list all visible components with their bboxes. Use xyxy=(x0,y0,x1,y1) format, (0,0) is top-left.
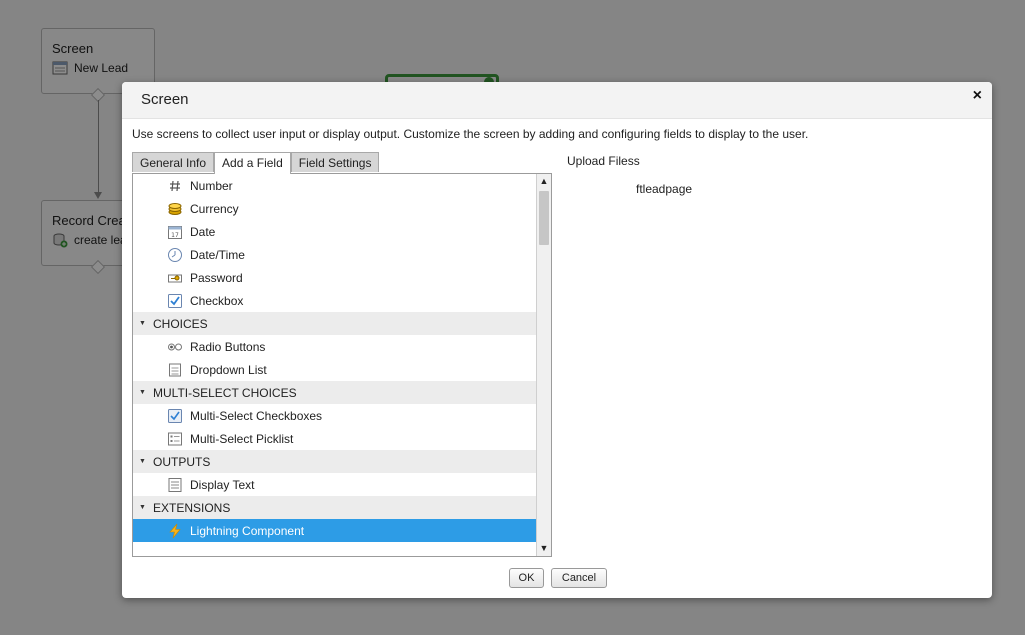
tab-field-settings[interactable]: Field Settings xyxy=(290,152,380,172)
dialog-header: Screen × xyxy=(122,82,992,119)
field-item-currency[interactable]: Currency xyxy=(133,197,536,220)
scroll-up-arrow-icon[interactable]: ▲ xyxy=(537,174,551,189)
scroll-down-arrow-icon[interactable]: ▼ xyxy=(537,541,551,556)
collapse-triangle-icon: ▼ xyxy=(139,458,146,465)
ok-button[interactable]: OK xyxy=(509,568,544,588)
screen-dialog: Screen × Use screens to collect user inp… xyxy=(122,82,992,598)
field-item-multi-select-checkboxes[interactable]: Multi-Select Checkboxes xyxy=(133,404,536,427)
field-item-datetime[interactable]: Date/Time xyxy=(133,243,536,266)
field-item-number[interactable]: Number xyxy=(133,174,536,197)
checkbox-icon xyxy=(167,293,183,309)
field-item-label: Display Text xyxy=(190,477,255,492)
flow-canvas: Screen New Lead Record Crea create lea S… xyxy=(0,0,1025,635)
field-item-label: Multi-Select Checkboxes xyxy=(190,408,323,423)
scroll-thumb[interactable] xyxy=(539,191,549,245)
clock-icon xyxy=(167,247,183,263)
field-item-label: Number xyxy=(190,178,233,193)
tab-add-a-field[interactable]: Add a Field xyxy=(214,152,291,174)
dialog-title: Screen xyxy=(141,91,189,108)
tab-general-info[interactable]: General Info xyxy=(132,152,215,172)
screen-preview-field[interactable]: ftleadpage xyxy=(636,182,692,196)
field-item-label: Radio Buttons xyxy=(190,339,266,354)
collapse-triangle-icon: ▼ xyxy=(139,504,146,511)
dialog-description: Use screens to collect user input or dis… xyxy=(132,127,809,141)
section-label: OUTPUTS xyxy=(153,454,211,469)
svg-text:17: 17 xyxy=(171,232,179,239)
field-item-label: Dropdown List xyxy=(190,362,267,377)
collapse-triangle-icon: ▼ xyxy=(139,389,146,396)
dropdown-icon xyxy=(167,362,183,378)
radio-icon xyxy=(167,339,183,355)
field-palette: Number Currency 17 Date Date/Time Passwo… xyxy=(132,173,552,557)
key-icon xyxy=(167,270,183,286)
calendar-icon: 17 xyxy=(167,224,183,240)
field-item-label: Currency xyxy=(190,201,239,216)
field-item-label: Checkbox xyxy=(190,293,244,308)
field-item-date[interactable]: 17 Date xyxy=(133,220,536,243)
field-list-scrollbar[interactable]: ▲ ▼ xyxy=(536,174,551,556)
field-item-label: Date/Time xyxy=(190,247,245,262)
coins-icon xyxy=(167,201,183,217)
field-item-label: Password xyxy=(190,270,243,285)
field-item-lightning-component[interactable]: Lightning Component xyxy=(133,519,536,542)
field-item-multi-select-picklist[interactable]: Multi-Select Picklist xyxy=(133,427,536,450)
field-item-checkbox[interactable]: Checkbox xyxy=(133,289,536,312)
section-label: CHOICES xyxy=(153,316,208,331)
cancel-button[interactable]: Cancel xyxy=(551,568,607,588)
section-label: MULTI-SELECT CHOICES xyxy=(153,385,297,400)
field-item-password[interactable]: Password xyxy=(133,266,536,289)
text-icon xyxy=(167,477,183,493)
picklist-icon xyxy=(167,431,183,447)
section-choices[interactable]: ▼ CHOICES xyxy=(133,312,536,335)
hash-icon xyxy=(167,178,183,194)
section-outputs[interactable]: ▼ OUTPUTS xyxy=(133,450,536,473)
lightning-icon xyxy=(167,523,183,539)
field-item-label: Date xyxy=(190,224,216,239)
section-extensions[interactable]: ▼ EXTENSIONS xyxy=(133,496,536,519)
field-list: Number Currency 17 Date Date/Time Passwo… xyxy=(133,174,536,542)
field-item-label: Multi-Select Picklist xyxy=(190,431,294,446)
multi-checkbox-icon xyxy=(167,408,183,424)
field-item-label: Lightning Component xyxy=(190,523,305,538)
field-item-radio-buttons[interactable]: Radio Buttons xyxy=(133,335,536,358)
field-item-dropdown-list[interactable]: Dropdown List xyxy=(133,358,536,381)
screen-preview-title: Upload Filess xyxy=(567,154,640,168)
section-label: EXTENSIONS xyxy=(153,500,231,515)
collapse-triangle-icon: ▼ xyxy=(139,320,146,327)
field-item-display-text[interactable]: Display Text xyxy=(133,473,536,496)
close-button[interactable]: × xyxy=(973,88,982,104)
tab-bar: General Info Add a Field Field Settings xyxy=(132,152,380,174)
section-multi-select-choices[interactable]: ▼ MULTI-SELECT CHOICES xyxy=(133,381,536,404)
